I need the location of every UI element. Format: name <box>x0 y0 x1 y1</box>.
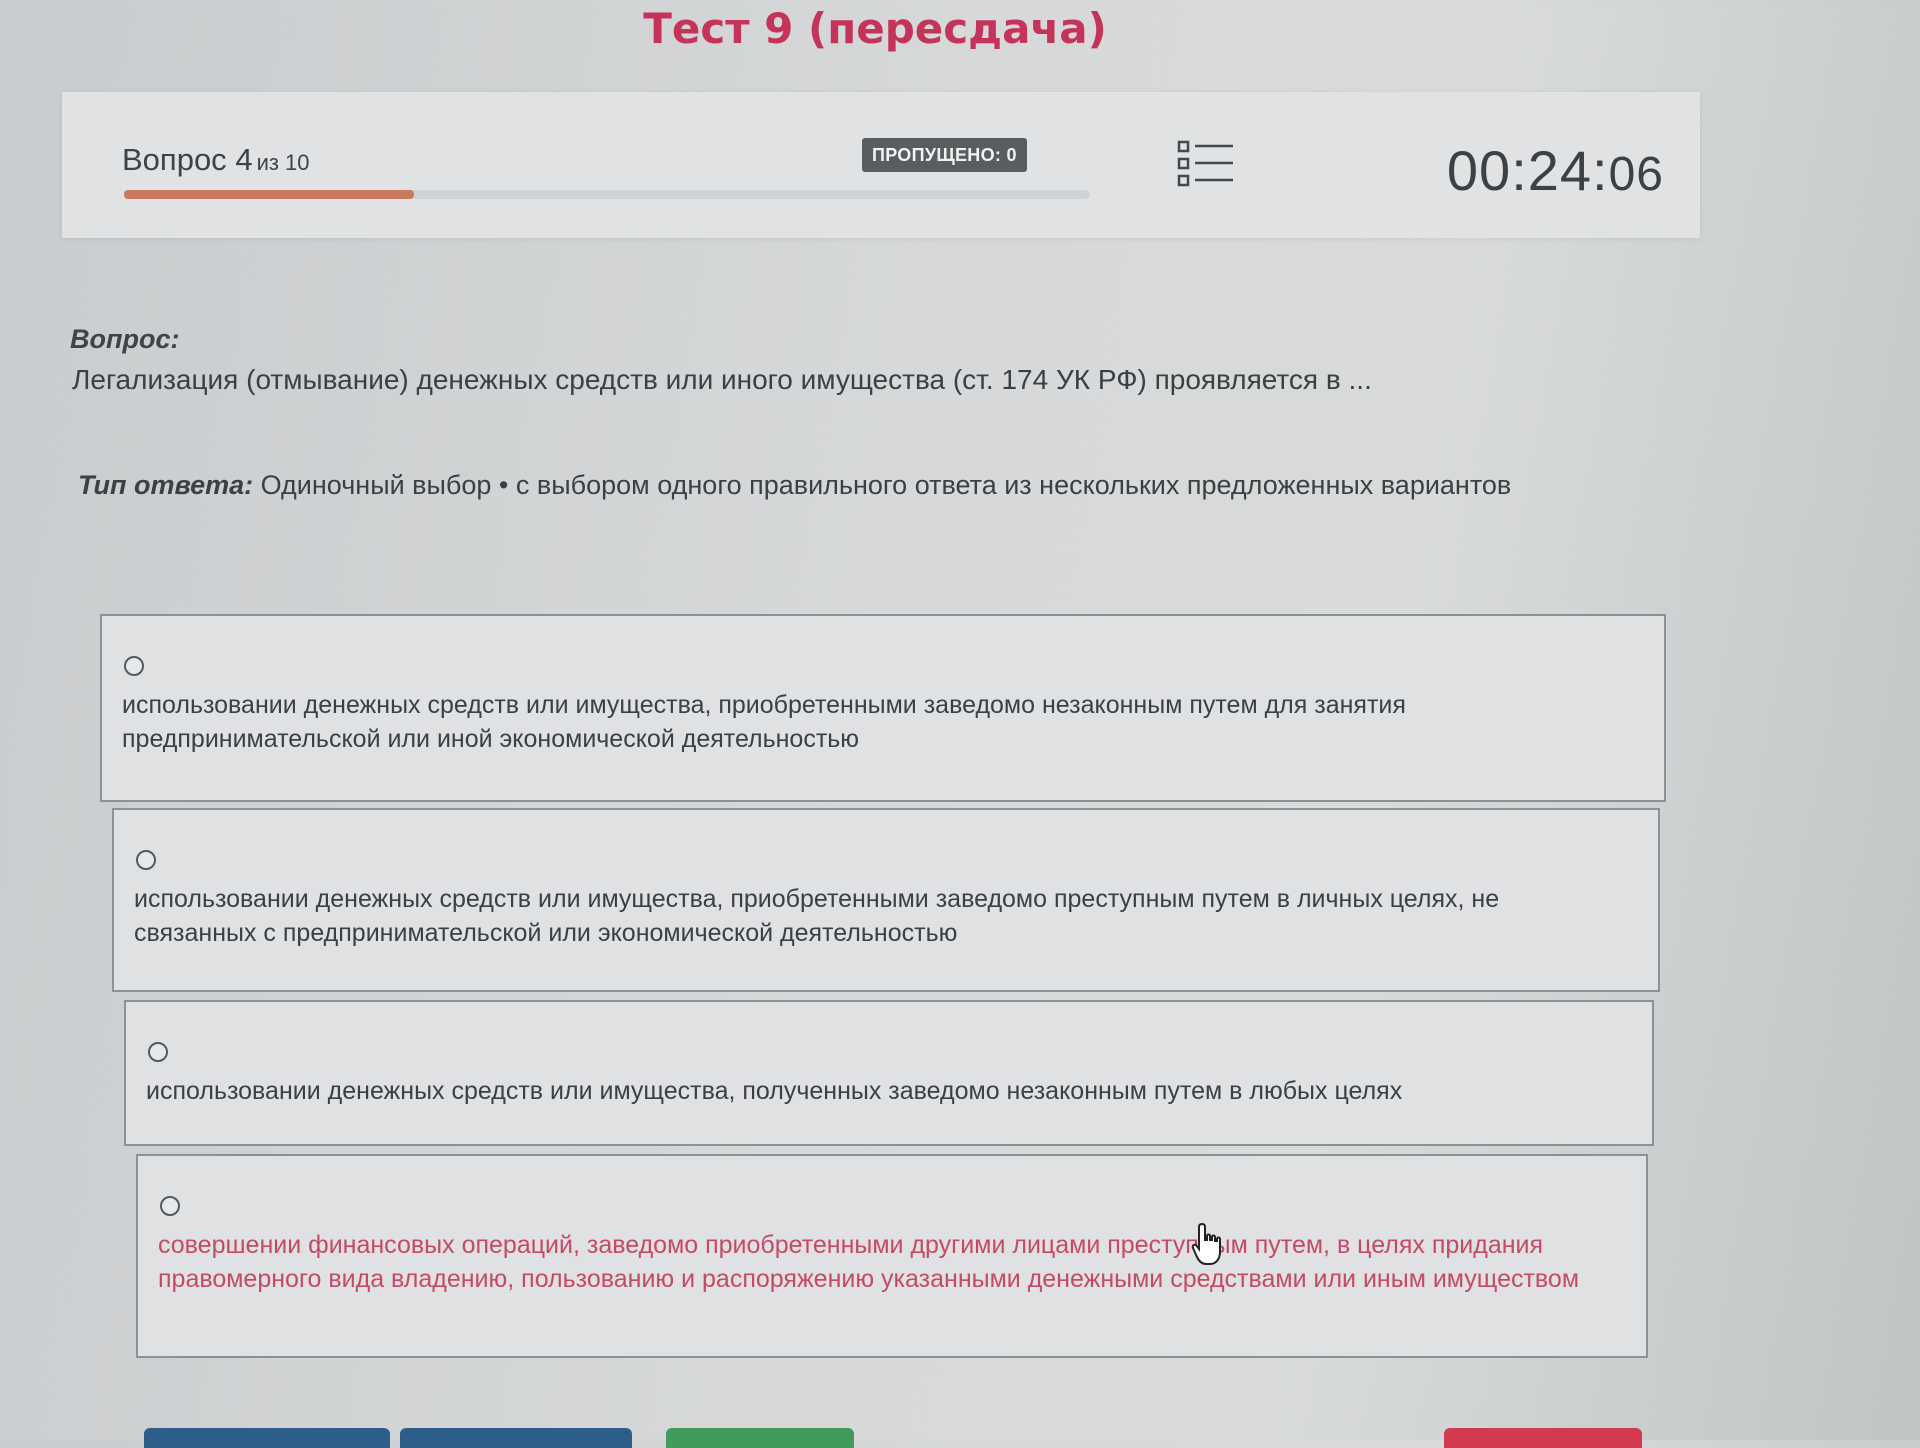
answer-option-1[interactable]: использовании денежных средств или имуще… <box>100 614 1666 802</box>
radio-button[interactable] <box>160 1196 180 1216</box>
nav-button-1[interactable] <box>144 1428 390 1448</box>
question-list-button[interactable] <box>1177 140 1235 188</box>
radio-button[interactable] <box>124 656 144 676</box>
answer-type-label: Тип ответа: <box>78 470 254 500</box>
answer-option-text: использовании денежных средств или имуще… <box>122 691 1406 753</box>
answer-option-text: совершении финансовых операций, заведомо… <box>158 1231 1580 1293</box>
question-total: из 10 <box>256 150 310 175</box>
list-icon <box>1177 140 1233 187</box>
answer-option-4[interactable]: совершении финансовых операций, заведомо… <box>136 1154 1648 1358</box>
question-progress-fill <box>124 190 414 199</box>
question-counter: Вопрос 4 из 10 <box>122 142 310 178</box>
question-text: Легализация (отмывание) денежных средств… <box>72 364 1372 395</box>
answer-type: Тип ответа: Одиночный выбор • с выбором … <box>78 470 1511 501</box>
page-title: Тест 9 (пересдача) <box>643 4 1107 53</box>
question-prefix: Вопрос <box>122 142 227 177</box>
answer-option-2[interactable]: использовании денежных средств или имуще… <box>112 808 1660 992</box>
hand-cursor-icon <box>1191 1222 1221 1265</box>
answer-option-text: использовании денежных средств или имуще… <box>146 1077 1403 1105</box>
radio-button[interactable] <box>136 850 156 870</box>
answer-option-3[interactable]: использовании денежных средств или имуще… <box>124 1000 1654 1146</box>
skipped-badge: ПРОПУЩЕНО: 0 <box>862 138 1027 172</box>
question-label: Вопрос: <box>70 324 180 354</box>
question-number: 4 <box>235 142 253 177</box>
nav-button-4[interactable] <box>1444 1428 1642 1448</box>
nav-button-3[interactable] <box>666 1428 854 1448</box>
radio-button[interactable] <box>148 1042 168 1062</box>
nav-button-2[interactable] <box>400 1428 632 1448</box>
timer-seconds: 06 <box>1608 148 1664 201</box>
answer-type-text: Одиночный выбор • с выбором одного прави… <box>260 470 1512 500</box>
test-header-panel: Вопрос 4 из 10 ПРОПУЩЕНО: 0 00:24:06 <box>62 92 1700 238</box>
question-progress-bar <box>124 190 1090 199</box>
timer-main: 00:24: <box>1446 139 1609 202</box>
answer-option-text: использовании денежных средств или имуще… <box>134 885 1500 947</box>
timer: 00:24:06 <box>1447 138 1664 203</box>
